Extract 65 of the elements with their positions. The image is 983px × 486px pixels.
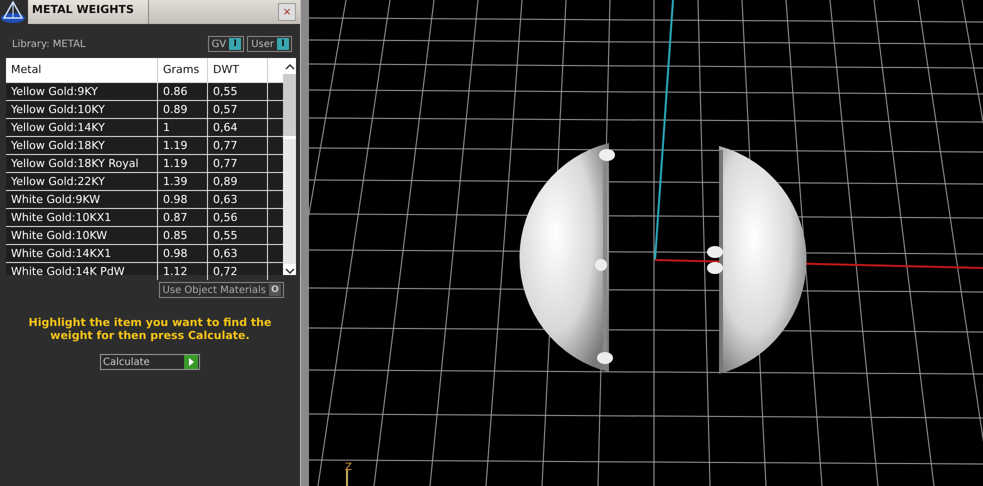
metal-cell: Yellow Gold:18KY bbox=[6, 137, 158, 154]
grams-cell: 0.86 bbox=[158, 83, 208, 100]
metal-cell: Yellow Gold:10KY bbox=[6, 101, 158, 118]
library-label: Library: METAL bbox=[12, 38, 86, 50]
dwt-cell: 0,55 bbox=[208, 83, 268, 100]
table-row[interactable]: White Gold:10KW 0.85 0,55 bbox=[6, 226, 283, 244]
grams-cell: 1.12 bbox=[158, 263, 208, 280]
metal-cell: White Gold:9KW bbox=[6, 191, 158, 208]
table-row[interactable]: Yellow Gold:9KY 0.86 0,55 bbox=[6, 82, 283, 100]
dwt-cell: 0,77 bbox=[208, 137, 268, 154]
grams-cell: 1.19 bbox=[158, 137, 208, 154]
dwt-cell: 0,64 bbox=[208, 119, 268, 136]
grams-cell: 1.19 bbox=[158, 155, 208, 172]
table-row[interactable]: White Gold:9KW 0.98 0,63 bbox=[6, 190, 283, 208]
column-header[interactable]: Grams bbox=[158, 58, 208, 82]
dwt-cell: 0,89 bbox=[208, 173, 268, 190]
dwt-cell: 0,63 bbox=[208, 191, 268, 208]
table-row[interactable]: White Gold:14KX1 0.98 0,63 bbox=[6, 244, 283, 262]
grams-cell: 0.89 bbox=[158, 101, 208, 118]
play-icon bbox=[184, 355, 198, 369]
dwt-cell: 0,57 bbox=[208, 101, 268, 118]
table-row[interactable]: White Gold:14K PdW 1.12 0,72 bbox=[6, 262, 283, 280]
table-row[interactable]: Yellow Gold:18KY Royal 1.19 0,77 bbox=[6, 154, 283, 172]
metal-cell: Yellow Gold:18KY Royal bbox=[6, 155, 158, 172]
table-row[interactable]: Yellow Gold:14KY 1 0,64 bbox=[6, 118, 283, 136]
filter-toggle[interactable]: User I bbox=[247, 36, 292, 52]
scroll-thumb[interactable] bbox=[283, 74, 296, 136]
metal-cell: White Gold:14KX1 bbox=[6, 245, 158, 262]
table-row[interactable]: Yellow Gold:22KY 1.39 0,89 bbox=[6, 172, 283, 190]
grams-cell: 0.98 bbox=[158, 245, 208, 262]
scrollbar[interactable] bbox=[283, 58, 296, 275]
metal-cell: White Gold:10KW bbox=[6, 227, 158, 244]
metal-cell: White Gold:14K PdW bbox=[6, 263, 158, 280]
table-row[interactable]: Yellow Gold:18KY 1.19 0,77 bbox=[6, 136, 283, 154]
grams-cell: 1 bbox=[158, 119, 208, 136]
3d-viewport[interactable]: Z bbox=[309, 0, 983, 486]
dwt-cell: 0,56 bbox=[208, 209, 268, 226]
dwt-cell: 0,55 bbox=[208, 227, 268, 244]
scroll-down-icon[interactable] bbox=[284, 267, 294, 275]
table-row[interactable]: Yellow Gold:10KY 0.89 0,57 bbox=[6, 100, 283, 118]
panel-splitter[interactable] bbox=[300, 0, 309, 486]
table-row[interactable]: White Gold:10KX1 0.87 0,56 bbox=[6, 208, 283, 226]
panel-title: METAL WEIGHTS bbox=[28, 0, 149, 24]
close-button[interactable]: × bbox=[278, 3, 296, 21]
metal-cell: Yellow Gold:9KY bbox=[6, 83, 158, 100]
grams-cell: 1.39 bbox=[158, 173, 208, 190]
column-header[interactable]: Metal bbox=[6, 58, 158, 82]
dwt-cell: 0,77 bbox=[208, 155, 268, 172]
pyramid-logo-icon bbox=[0, 0, 26, 24]
filter-toggle[interactable]: GV I bbox=[208, 36, 244, 52]
grams-cell: 0.98 bbox=[158, 191, 208, 208]
z-axis-line bbox=[346, 470, 348, 486]
calculate-button[interactable]: Calculate bbox=[100, 354, 200, 370]
metal-cell: Yellow Gold:14KY bbox=[6, 119, 158, 136]
use-object-materials-toggle[interactable]: Use Object Materials O bbox=[158, 282, 284, 298]
grams-cell: 0.85 bbox=[158, 227, 208, 244]
instruction-text: Highlight the item you want to find the weight for then press Calculate. bbox=[28, 316, 272, 342]
scroll-up-icon[interactable] bbox=[284, 63, 294, 71]
dwt-cell: 0,63 bbox=[208, 245, 268, 262]
column-header[interactable]: DWT bbox=[208, 58, 268, 82]
grams-cell: 0.87 bbox=[158, 209, 208, 226]
metal-cell: White Gold:10KX1 bbox=[6, 209, 158, 226]
axis-label: Z bbox=[345, 462, 352, 473]
metal-cell: Yellow Gold:22KY bbox=[6, 173, 158, 190]
dwt-cell: 0,72 bbox=[208, 263, 268, 280]
